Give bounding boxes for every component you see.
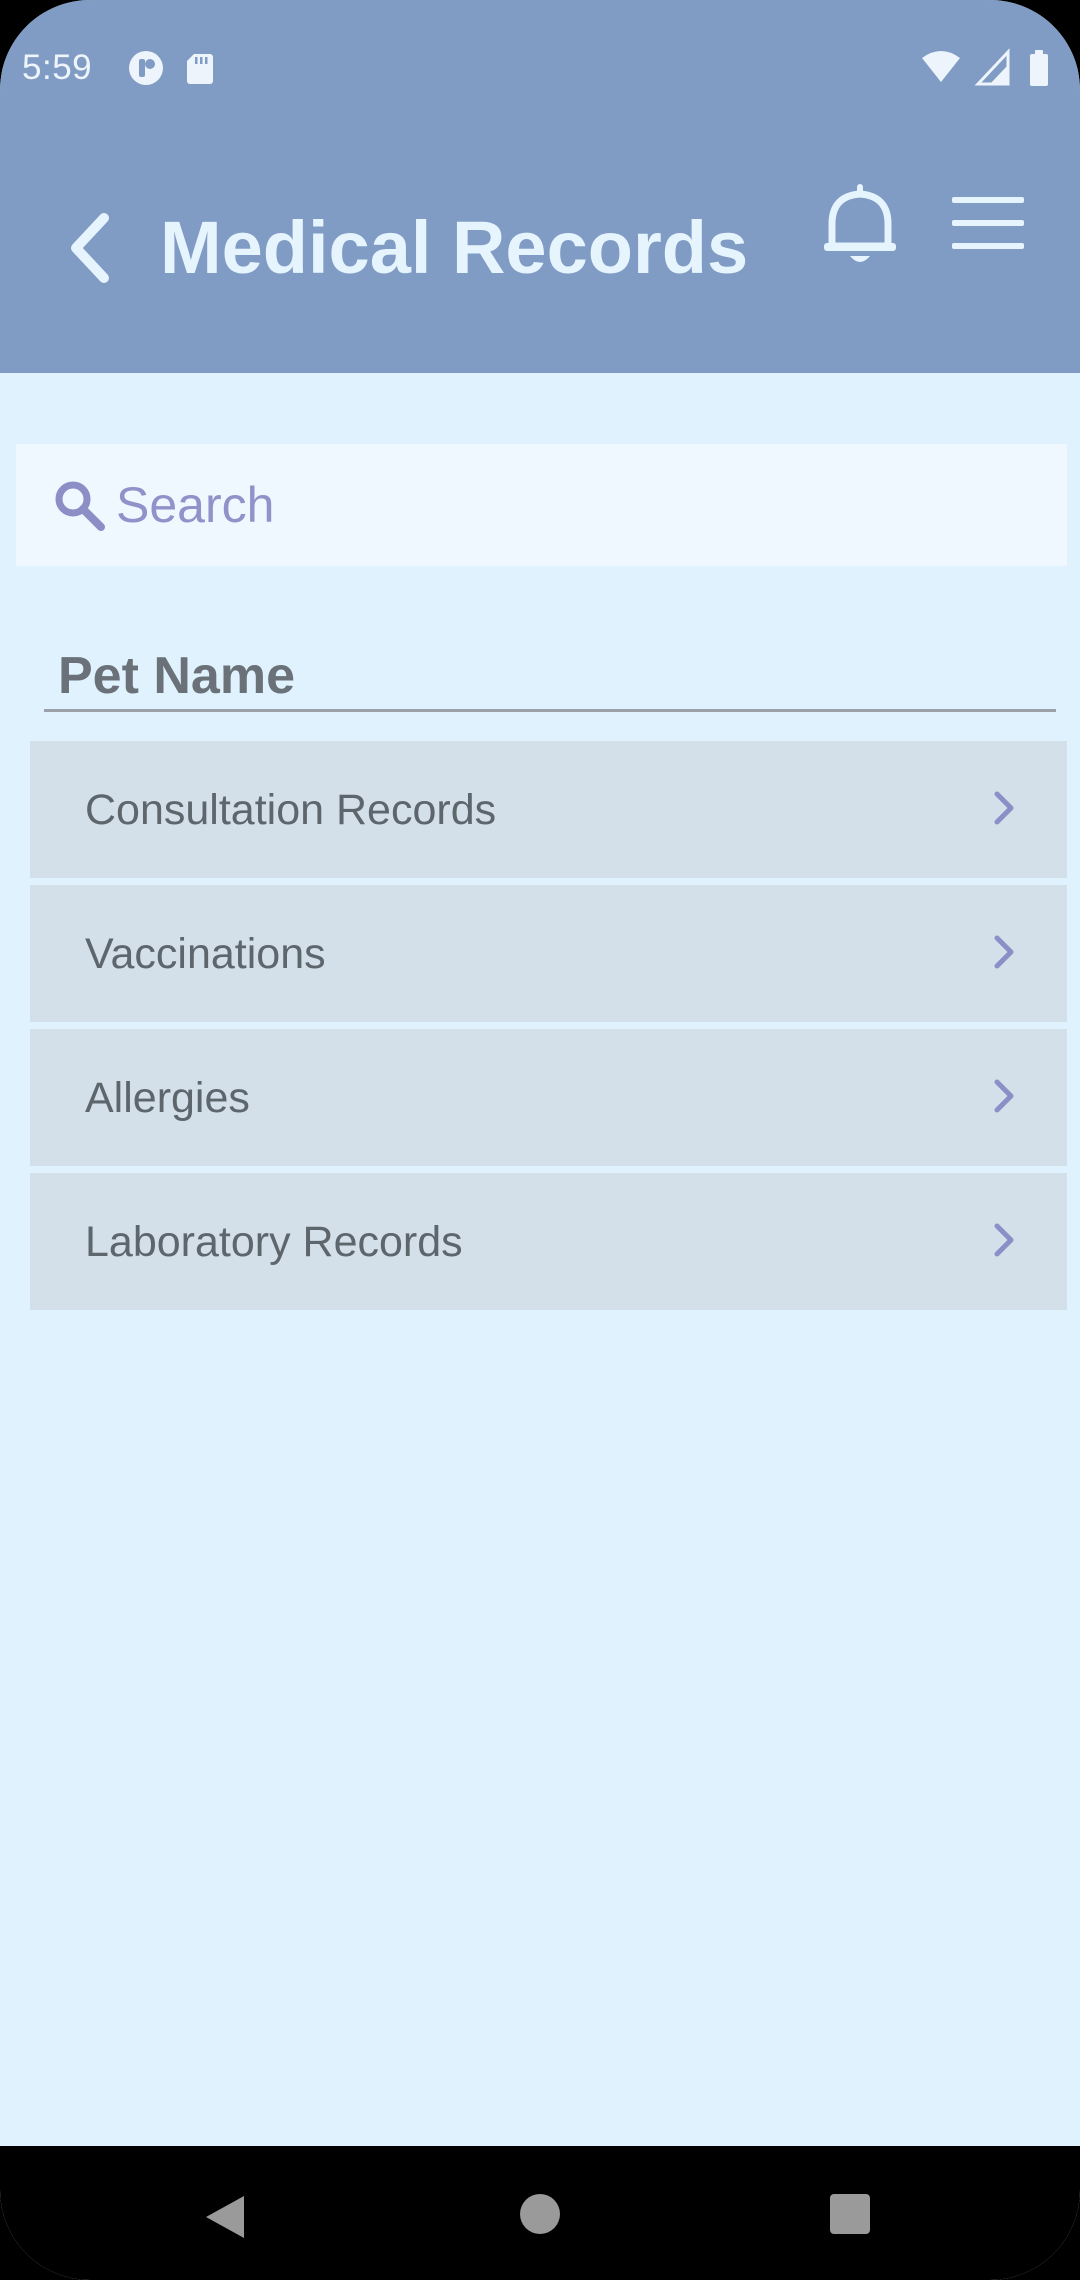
status-system-icons xyxy=(922,48,1048,86)
wifi-icon xyxy=(922,51,960,82)
battery-icon xyxy=(1030,50,1048,86)
screen: 5:59 Medical Records Search Pet Name Con… xyxy=(0,0,1080,2280)
app-header: 5:59 Medical Records xyxy=(0,0,1080,373)
back-button[interactable] xyxy=(60,208,120,288)
record-item-label: Consultation Records xyxy=(85,786,497,834)
nav-home-icon[interactable] xyxy=(518,2192,562,2236)
bell-icon xyxy=(824,184,896,262)
chevron-right-icon xyxy=(994,1223,1014,1257)
nav-recents-icon[interactable] xyxy=(828,2192,872,2236)
hamburger-menu-icon xyxy=(952,197,1024,249)
search-icon xyxy=(55,481,105,531)
chevron-right-icon xyxy=(994,935,1014,969)
status-notification-icons xyxy=(129,51,213,85)
record-item-laboratory[interactable]: Laboratory Records xyxy=(30,1173,1067,1310)
record-item-label: Laboratory Records xyxy=(85,1218,463,1266)
record-item-allergies[interactable]: Allergies xyxy=(30,1029,1067,1166)
notifications-button[interactable] xyxy=(820,180,900,270)
system-nav-bar xyxy=(0,2146,1080,2280)
record-item-label: Allergies xyxy=(85,1074,250,1122)
record-item-label: Vaccinations xyxy=(85,930,326,978)
chevron-right-icon xyxy=(994,791,1014,825)
chevron-right-icon xyxy=(994,1079,1014,1113)
menu-button[interactable] xyxy=(950,195,1026,251)
pet-name-heading: Pet Name xyxy=(58,647,295,705)
search-input[interactable] xyxy=(116,476,1016,534)
chevron-left-icon xyxy=(71,213,109,283)
app-notification-icon xyxy=(129,51,163,85)
search-bar[interactable] xyxy=(16,444,1067,566)
record-item-vaccinations[interactable]: Vaccinations xyxy=(30,885,1067,1022)
status-time: 5:59 xyxy=(22,48,93,87)
record-item-consultation[interactable]: Consultation Records xyxy=(30,741,1067,878)
sd-card-icon xyxy=(187,54,213,84)
page-title: Medical Records xyxy=(160,206,749,289)
divider xyxy=(44,709,1056,712)
record-list: Consultation Records Vaccinations Allerg… xyxy=(30,741,1067,1317)
nav-back-icon[interactable] xyxy=(200,2192,250,2242)
